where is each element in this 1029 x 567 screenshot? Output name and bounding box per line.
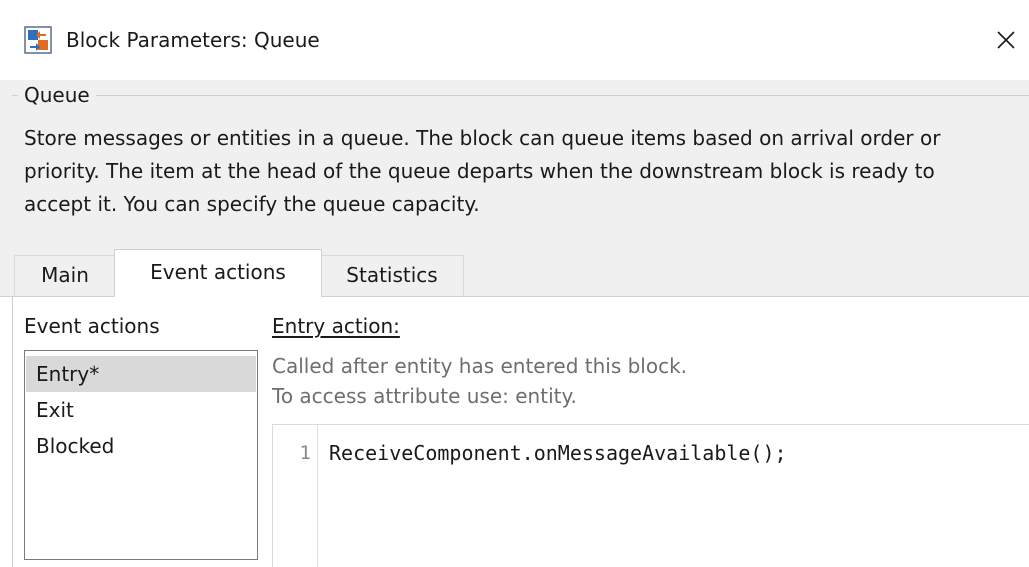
entry-action-hint: Called after entity has entered this blo… xyxy=(272,354,688,378)
tab-statistics[interactable]: Statistics xyxy=(320,255,464,296)
tab-event-actions[interactable]: Event actions xyxy=(114,249,322,297)
group-title: Queue xyxy=(24,83,90,107)
list-item-entry[interactable]: Entry* xyxy=(26,356,256,392)
group-title-background: Queue xyxy=(18,82,96,108)
close-icon xyxy=(997,31,1015,49)
code-line[interactable]: ReceiveComponent.onMessageAvailable(); xyxy=(329,439,787,467)
close-button[interactable] xyxy=(990,24,1022,56)
panel-border xyxy=(12,297,13,567)
group-box-border xyxy=(12,95,1029,96)
line-number: 1 xyxy=(299,442,311,464)
block-parameters-dialog: Block Parameters: Queue Queue Store mess… xyxy=(0,0,1029,567)
event-actions-list[interactable]: Entry* Exit Blocked xyxy=(24,350,258,560)
line-number-gutter: 1 xyxy=(273,425,318,567)
attribute-access-hint: To access attribute use: entity. xyxy=(272,384,577,408)
list-item-blocked[interactable]: Blocked xyxy=(26,428,256,464)
list-item-exit[interactable]: Exit xyxy=(26,392,256,428)
window-title: Block Parameters: Queue xyxy=(66,28,320,52)
code-editor[interactable]: 1 ReceiveComponent.onMessageAvailable(); xyxy=(272,424,1029,567)
block-description: Store messages or entities in a queue. T… xyxy=(24,126,941,216)
entry-action-title: Entry action: xyxy=(272,314,400,338)
title-bar: Block Parameters: Queue xyxy=(0,0,1029,80)
tab-main[interactable]: Main xyxy=(14,255,116,296)
event-actions-label: Event actions xyxy=(24,314,160,338)
simulink-block-icon xyxy=(24,26,52,54)
